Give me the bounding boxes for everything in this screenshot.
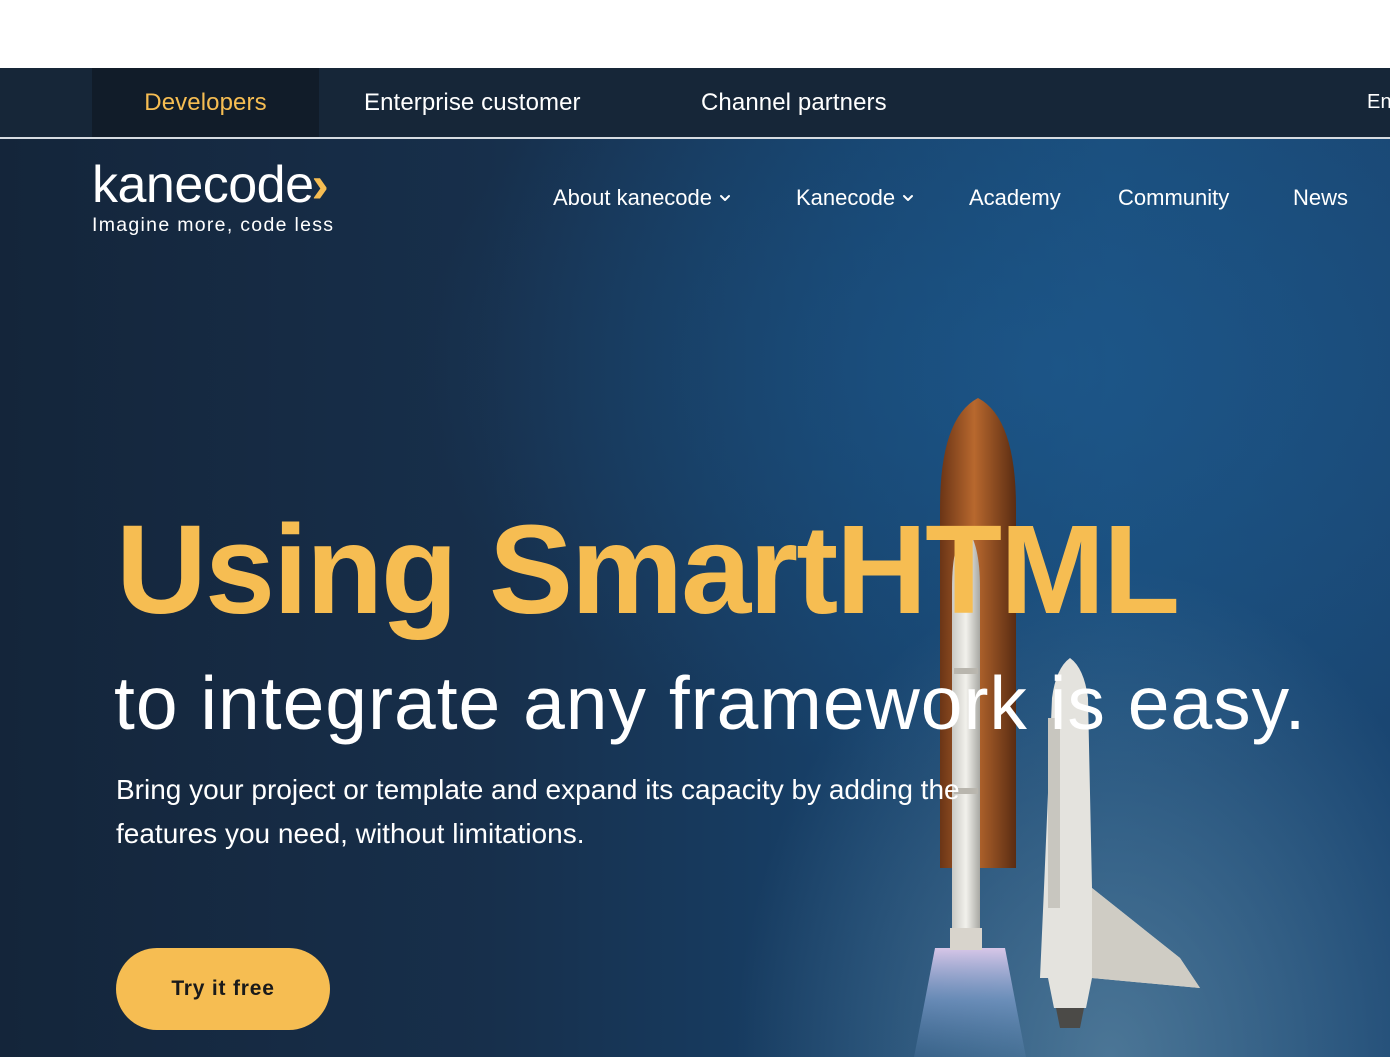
logo-chevron-icon: › <box>311 156 329 214</box>
audience-segment-bar: Developers Enterprise customer Channel p… <box>0 68 1390 139</box>
try-it-free-button[interactable]: Try it free <box>116 948 330 1030</box>
nav-about-kanecode[interactable]: About kanecode <box>553 180 732 216</box>
nav-community[interactable]: Community <box>1118 180 1229 216</box>
nav-academy[interactable]: Academy <box>969 180 1061 216</box>
nav-news[interactable]: News <box>1293 180 1348 216</box>
logo-wordmark-text: kanecode <box>92 156 314 214</box>
logo-wordmark: kanecode› <box>92 158 334 212</box>
brand-logo[interactable]: kanecode› Imagine more, code less <box>92 158 334 236</box>
nav-kanecode[interactable]: Kanecode <box>796 180 915 216</box>
segment-channel-partners[interactable]: Channel partners <box>701 68 887 137</box>
segment-developers[interactable]: Developers <box>92 68 319 137</box>
hero-description: Bring your project or template and expan… <box>116 774 960 849</box>
chevron-down-icon <box>901 191 915 205</box>
logo-tagline: Imagine more, code less <box>92 214 335 236</box>
segment-enterprise-customer[interactable]: Enterprise customer <box>364 68 581 137</box>
hero-section: Developers Enterprise customer Channel p… <box>0 68 1390 1057</box>
nav-about-label: About kanecode <box>553 185 713 210</box>
nav-kanecode-label: Kanecode <box>796 185 896 210</box>
hero-headline: Using SmartHTML <box>116 499 1180 640</box>
language-selector[interactable]: En <box>1367 68 1390 137</box>
chevron-down-icon <box>718 191 732 205</box>
hero-subheadline: to integrate any framework is easy. <box>114 661 1307 745</box>
